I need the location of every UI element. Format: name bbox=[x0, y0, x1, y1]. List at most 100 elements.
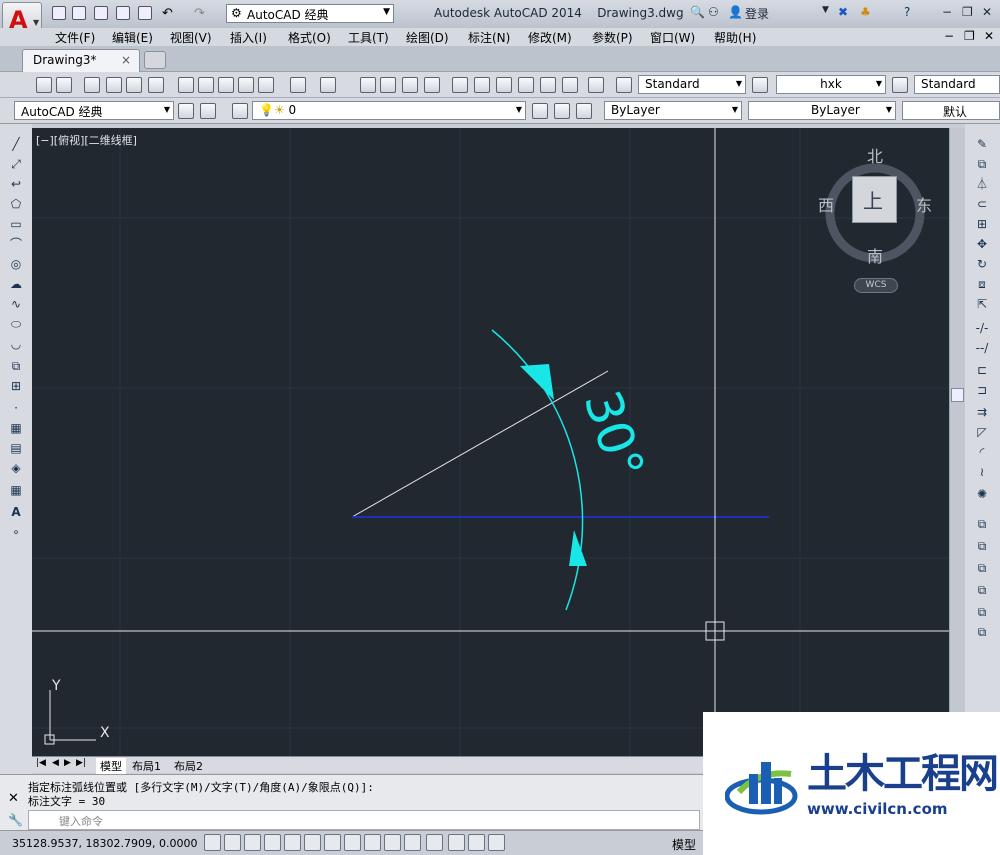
drawing-canvas[interactable]: 30° Y X bbox=[32, 128, 949, 756]
preview-icon[interactable] bbox=[106, 77, 122, 93]
menu-view[interactable]: 视图(V) bbox=[170, 29, 212, 46]
binoculars-icon[interactable]: ⚇ bbox=[708, 5, 719, 19]
send-under-icon[interactable]: ⧉ bbox=[973, 582, 991, 598]
tab-layout2[interactable]: 布局2 bbox=[174, 758, 203, 774]
menu-dimension[interactable]: 标注(N) bbox=[468, 29, 510, 46]
menu-window[interactable]: 窗口(W) bbox=[650, 29, 695, 46]
layer-previous-icon[interactable] bbox=[554, 103, 570, 119]
zoom-previous-icon[interactable] bbox=[424, 77, 440, 93]
spline-icon[interactable]: ∿ bbox=[7, 296, 25, 312]
text-style-icon[interactable] bbox=[616, 77, 632, 93]
dim-style-icon[interactable] bbox=[752, 77, 768, 93]
arc-icon[interactable]: ⌒ bbox=[7, 236, 25, 252]
search-icon[interactable]: 🔍 bbox=[690, 5, 705, 19]
undo-icon[interactable] bbox=[290, 77, 306, 93]
viewcube-top-face[interactable]: 上 bbox=[852, 176, 897, 223]
save-icon[interactable] bbox=[94, 6, 108, 20]
stretch-icon[interactable]: ⇱ bbox=[973, 296, 991, 312]
compass-east[interactable]: 东 bbox=[916, 192, 932, 216]
menu-insert[interactable]: 插入(I) bbox=[230, 29, 267, 46]
menu-file[interactable]: 文件(F) bbox=[55, 29, 95, 46]
hatch-icon[interactable]: ▦ bbox=[7, 420, 25, 436]
last-tab-arrow-icon[interactable]: ▶| bbox=[76, 758, 86, 768]
close-icon[interactable]: × bbox=[121, 53, 131, 67]
explode-icon[interactable]: ✺ bbox=[973, 486, 991, 502]
command-input[interactable]: 键入命令 bbox=[28, 810, 700, 830]
object-snap-icon[interactable] bbox=[304, 834, 321, 851]
mirror-icon[interactable]: ⏃ bbox=[973, 176, 991, 192]
zoom-window-icon[interactable] bbox=[402, 77, 418, 93]
save-workspace-icon[interactable] bbox=[200, 103, 216, 119]
insert-block-icon[interactable]: ⧉ bbox=[7, 358, 25, 374]
dynamic-input-icon[interactable] bbox=[384, 834, 401, 851]
block-editor-icon[interactable] bbox=[258, 77, 274, 93]
array-icon[interactable]: ⊞ bbox=[973, 216, 991, 232]
drawing-area[interactable]: 30° Y X bbox=[32, 128, 949, 756]
tab-layout1[interactable]: 布局1 bbox=[132, 758, 161, 774]
add-selected-icon[interactable]: ∘ bbox=[7, 524, 25, 540]
object-snap-tracking-icon[interactable] bbox=[344, 834, 361, 851]
join-icon[interactable]: ⇉ bbox=[973, 404, 991, 420]
text-style-select[interactable]: Standard ▼ bbox=[638, 75, 746, 94]
communication-icon[interactable]: ♣ bbox=[860, 5, 871, 19]
vertical-scrollbar[interactable] bbox=[949, 128, 965, 756]
workspace-select[interactable]: AutoCAD 经典 ▼ bbox=[14, 101, 174, 120]
help-icon[interactable]: ? bbox=[904, 5, 910, 19]
menu-modify[interactable]: 修改(M) bbox=[528, 29, 572, 46]
properties-icon[interactable] bbox=[452, 77, 468, 93]
make-block-icon[interactable]: ⊞ bbox=[7, 378, 25, 394]
table-style-icon[interactable] bbox=[892, 77, 908, 93]
doc-restore-button[interactable]: ❐ bbox=[964, 29, 975, 43]
copy-object-icon[interactable]: ⧉ bbox=[973, 156, 991, 172]
linetype-select[interactable]: ByLayer ▼ bbox=[748, 101, 896, 120]
sheet-set-icon[interactable] bbox=[518, 77, 534, 93]
calculator-icon[interactable] bbox=[562, 77, 578, 93]
region-icon[interactable]: ◈ bbox=[7, 460, 25, 476]
help-icon[interactable] bbox=[588, 77, 604, 93]
user-icon[interactable]: 👤 bbox=[728, 5, 743, 19]
draw-order-front-icon[interactable]: ⧉ bbox=[973, 516, 991, 532]
restore-button[interactable]: ❐ bbox=[962, 5, 973, 19]
color-select[interactable]: ByLayer ▼ bbox=[604, 101, 742, 120]
close-button[interactable]: ✕ bbox=[982, 5, 992, 19]
3d-print-icon[interactable] bbox=[148, 77, 164, 93]
lineweight-toggle-icon[interactable] bbox=[404, 834, 421, 851]
layer-properties-icon[interactable] bbox=[232, 103, 248, 119]
menu-draw[interactable]: 绘图(D) bbox=[406, 29, 449, 46]
layer-select[interactable]: 💡☀ 0 ▼ bbox=[252, 101, 526, 120]
undo-icon[interactable]: ↶ bbox=[162, 6, 176, 21]
paste-icon[interactable] bbox=[218, 77, 234, 93]
workspace-select[interactable]: ⚙ AutoCAD 经典 ▼ bbox=[226, 4, 394, 23]
new-tab-button[interactable] bbox=[144, 51, 166, 69]
trim-icon[interactable]: -/- bbox=[973, 320, 991, 336]
doc-close-button[interactable]: ✕ bbox=[984, 29, 994, 43]
workspace-settings-icon[interactable] bbox=[178, 103, 194, 119]
save-as-icon[interactable] bbox=[116, 6, 130, 20]
document-tab[interactable]: Drawing3* × bbox=[22, 49, 140, 72]
model-space-toggle[interactable]: 模型 bbox=[672, 836, 696, 853]
copy-icon[interactable] bbox=[198, 77, 214, 93]
blend-curves-icon[interactable]: ≀ bbox=[973, 464, 991, 480]
gradient-icon[interactable]: ▤ bbox=[7, 440, 25, 456]
construction-line-icon[interactable]: ⤢ bbox=[7, 156, 25, 172]
scrollbar-thumb[interactable] bbox=[951, 388, 964, 402]
compass-south[interactable]: 南 bbox=[867, 243, 883, 267]
lineweight-select[interactable]: 默认 bbox=[902, 101, 1000, 120]
redo-icon[interactable]: ↷ bbox=[194, 6, 208, 21]
viewport-controls-label[interactable]: [−][俯视][二维线框] bbox=[36, 132, 137, 148]
grid-display-icon[interactable] bbox=[244, 834, 261, 851]
match-properties-icon[interactable] bbox=[238, 77, 254, 93]
draw-order-back-icon[interactable]: ⧉ bbox=[973, 538, 991, 554]
rotate-icon[interactable]: ↻ bbox=[973, 256, 991, 272]
bring-text-front-icon[interactable]: ⧉ bbox=[973, 604, 991, 620]
bring-dims-front-icon[interactable]: ⧉ bbox=[973, 624, 991, 640]
polar-tracking-icon[interactable] bbox=[284, 834, 301, 851]
point-icon[interactable]: · bbox=[7, 400, 25, 416]
dim-style-select[interactable]: hxk ▼ bbox=[776, 75, 886, 94]
wcs-menu-button[interactable]: WCS bbox=[854, 278, 898, 293]
annotation-monitor-icon[interactable] bbox=[488, 834, 505, 851]
selection-cycling-icon[interactable] bbox=[468, 834, 485, 851]
print-icon[interactable] bbox=[138, 6, 152, 20]
table-icon[interactable]: ▦ bbox=[7, 482, 25, 498]
next-tab-arrow-icon[interactable]: ▶ bbox=[64, 758, 71, 768]
